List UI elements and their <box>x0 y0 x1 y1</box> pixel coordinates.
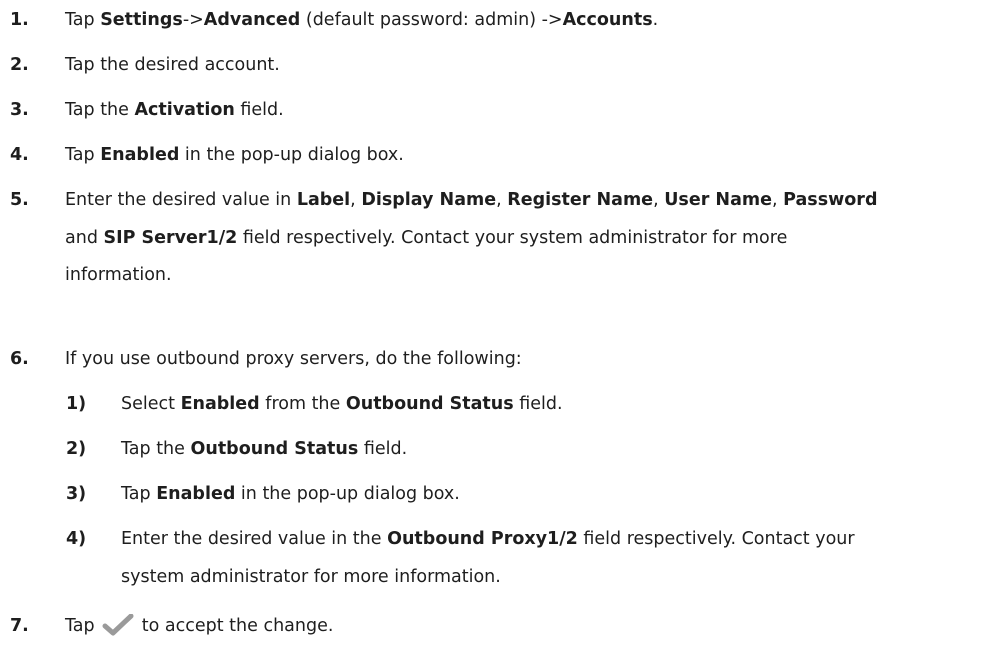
text-run: to accept the change. <box>136 616 334 636</box>
bold-term: User Name <box>664 190 772 210</box>
text-run: If you use outbound proxy servers, do th… <box>65 349 522 369</box>
step-text: Tap to accept the change. <box>65 613 334 638</box>
text-run: field. <box>513 394 563 414</box>
text-run: system administrator for more informatio… <box>121 567 501 587</box>
text-run: field respectively. Contact your system … <box>237 228 788 248</box>
step-number: 5. <box>10 190 29 210</box>
text-run: , <box>771 190 784 210</box>
text-run: in the pop-up dialog box. <box>179 145 404 165</box>
bold-term: Outbound Proxy1/2 <box>387 529 578 549</box>
bold-term: Settings <box>100 10 183 30</box>
text-run: field respectively. Contact your <box>577 529 855 549</box>
bold-term: Register Name <box>507 190 654 210</box>
text-run: field. <box>234 100 284 120</box>
text-run: Tap the <box>121 439 191 459</box>
bold-term: Outbound Status <box>190 439 359 459</box>
step-text: Enter the desired value in the Outbound … <box>121 527 855 551</box>
step-text: Enter the desired value in Label, Displa… <box>65 188 877 212</box>
step-number: 3) <box>66 484 87 504</box>
text-run: in the pop-up dialog box. <box>235 484 460 504</box>
text-run: information. <box>65 265 172 285</box>
step-text: and SIP Server1/2 field respectively. Co… <box>65 226 787 250</box>
text-run: Select <box>121 394 181 414</box>
text-run: Tap <box>121 484 157 504</box>
step-text: Select Enabled from the Outbound Status … <box>121 392 563 416</box>
text-run: , <box>496 190 508 210</box>
text-run: , <box>350 190 362 210</box>
bold-term: Display Name <box>361 190 497 210</box>
bold-term: Enabled <box>180 394 260 414</box>
bold-term: Advanced <box>203 10 301 30</box>
step-number: 4) <box>66 529 87 549</box>
bold-term: Accounts <box>562 10 653 30</box>
bold-term: Activation <box>134 100 235 120</box>
step-text: If you use outbound proxy servers, do th… <box>65 347 522 371</box>
text-run: Tap <box>65 145 101 165</box>
step-text: Tap the Outbound Status field. <box>121 437 407 461</box>
bold-term: Enabled <box>156 484 236 504</box>
step-text: Tap Enabled in the pop-up dialog box. <box>65 143 404 167</box>
step-number: 7. <box>10 616 29 636</box>
text-run: field. <box>358 439 408 459</box>
step-number: 2. <box>10 55 29 75</box>
text-run: Enter the desired value in <box>65 190 297 210</box>
step-text: system administrator for more informatio… <box>121 565 501 589</box>
step-text: Tap the desired account. <box>65 53 280 77</box>
bold-term: SIP Server1/2 <box>103 228 238 248</box>
step-text: Tap Settings->Advanced (default password… <box>65 8 658 32</box>
bold-term: Enabled <box>100 145 180 165</box>
check-icon <box>102 613 134 636</box>
text-run: Tap <box>65 10 101 30</box>
step-number: 1. <box>10 10 29 30</box>
text-run: . <box>652 10 659 30</box>
step-text: information. <box>65 263 172 287</box>
text-run: -> <box>182 10 204 30</box>
step-number: 1) <box>66 394 87 414</box>
step-number: 2) <box>66 439 87 459</box>
text-run: Enter the desired value in the <box>121 529 388 549</box>
text-run: , <box>653 190 665 210</box>
text-run: (default password: admin) -> <box>300 10 563 30</box>
bold-term: Label <box>296 190 351 210</box>
step-text: Tap Enabled in the pop-up dialog box. <box>121 482 460 506</box>
bold-term: Password <box>783 190 878 210</box>
text-run: Tap the <box>65 100 135 120</box>
bold-term: Outbound Status <box>345 394 514 414</box>
step-number: 4. <box>10 145 29 165</box>
step-number: 3. <box>10 100 29 120</box>
text-run: and <box>65 228 104 248</box>
text-run: Tap the desired account. <box>65 55 280 75</box>
step-number: 6. <box>10 349 29 369</box>
step-text: Tap the Activation field. <box>65 98 284 122</box>
text-run: from the <box>259 394 346 414</box>
text-run: Tap <box>65 616 101 636</box>
